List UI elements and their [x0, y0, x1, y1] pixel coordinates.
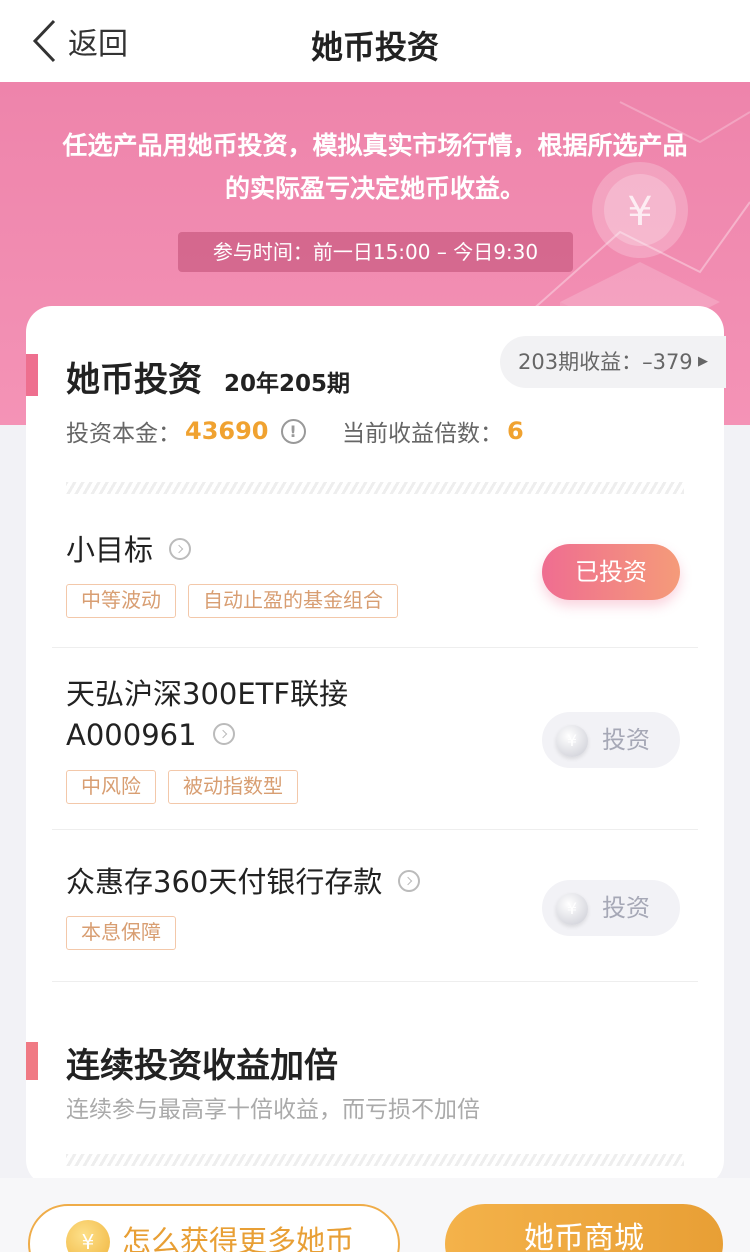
multiplier-stat: 当前收益倍数： 6: [342, 414, 524, 448]
product-tags: 中等波动 自动止盈的基金组合: [66, 584, 398, 618]
product-item[interactable]: 众惠存360天付银行存款 本息保障 ¥ 投资: [52, 830, 698, 982]
last-gain-button[interactable]: 203期收益：–379 ▶: [500, 336, 726, 388]
gold-coin-icon: ¥: [66, 1220, 110, 1252]
chevron-right-circle-icon: [398, 870, 421, 892]
last-gain-label: 203期收益：–379: [518, 350, 693, 374]
earn-more-label: 怎么获得更多她币: [122, 1224, 355, 1252]
tag: 中风险: [66, 770, 156, 804]
tag: 本息保障: [66, 916, 176, 950]
product-item[interactable]: 小目标 中等波动 自动止盈的基金组合 已投资: [52, 514, 698, 648]
invest-button[interactable]: ¥ 投资: [542, 880, 680, 936]
investment-title: 她币投资: [66, 360, 202, 400]
multiplier-label: 当前收益倍数：: [342, 421, 503, 447]
section-accent-bar: [26, 354, 38, 396]
nav-bar: 返回 她币投资: [0, 0, 750, 82]
chevron-right-circle-icon: [212, 723, 235, 745]
principal-stat: 投资本金： 43690 !: [66, 414, 306, 448]
principal-value: 43690: [185, 417, 269, 445]
earn-more-button[interactable]: ¥ 怎么获得更多她币: [28, 1204, 400, 1252]
bonus-title: 连续投资收益加倍: [66, 1046, 338, 1086]
invested-button[interactable]: 已投资: [542, 544, 680, 600]
info-icon[interactable]: !: [280, 418, 306, 444]
investment-card: 她币投资 20年205期 203期收益：–379 ▶ 投资本金： 43690 !…: [26, 306, 726, 1186]
page-title: 她币投资: [310, 28, 439, 66]
participation-time: 参与时间：前一日15:00 – 今日9:30: [178, 232, 573, 272]
product-tags: 本息保障: [66, 916, 176, 950]
invest-button-label: 投资: [602, 726, 650, 754]
product-name: 众惠存360天付银行存款: [66, 862, 421, 903]
principal-label: 投资本金：: [66, 421, 181, 447]
product-item[interactable]: 天弘沪深300ETF联接 A000961 中风险 被动指数型 ¥ 投资: [52, 648, 698, 830]
banner-description: 任选产品用她币投资，模拟真实市场行情，根据所选产品的实际盈亏决定她币收益。: [62, 131, 688, 203]
divider: [66, 1154, 684, 1166]
bonus-subtitle: 连续参与最高享十倍收益，而亏损不加倍: [66, 1097, 480, 1123]
product-tags: 中风险 被动指数型: [66, 770, 298, 804]
product-name: 天弘沪深300ETF联接 A000961: [66, 677, 349, 752]
tag: 中等波动: [66, 584, 176, 618]
tag: 被动指数型: [168, 770, 298, 804]
tag: 自动止盈的基金组合: [188, 584, 398, 618]
period-label: 20年205期: [224, 371, 351, 397]
bottom-bar: ¥ 怎么获得更多她币 她币商城: [0, 1178, 750, 1252]
section-accent-bar: [26, 1042, 38, 1080]
product-name: 小目标: [66, 530, 192, 571]
coin-icon: ¥: [556, 893, 588, 925]
coin-icon: ¥: [556, 725, 588, 757]
multiplier-value: 6: [507, 417, 524, 445]
invest-button-label: 投资: [602, 894, 650, 922]
triangle-right-icon: ▶: [698, 354, 708, 369]
divider: [66, 482, 684, 494]
chevron-right-circle-icon: [169, 538, 192, 560]
coin-mall-button[interactable]: 她币商城: [445, 1204, 723, 1252]
invest-button[interactable]: ¥ 投资: [542, 712, 680, 768]
